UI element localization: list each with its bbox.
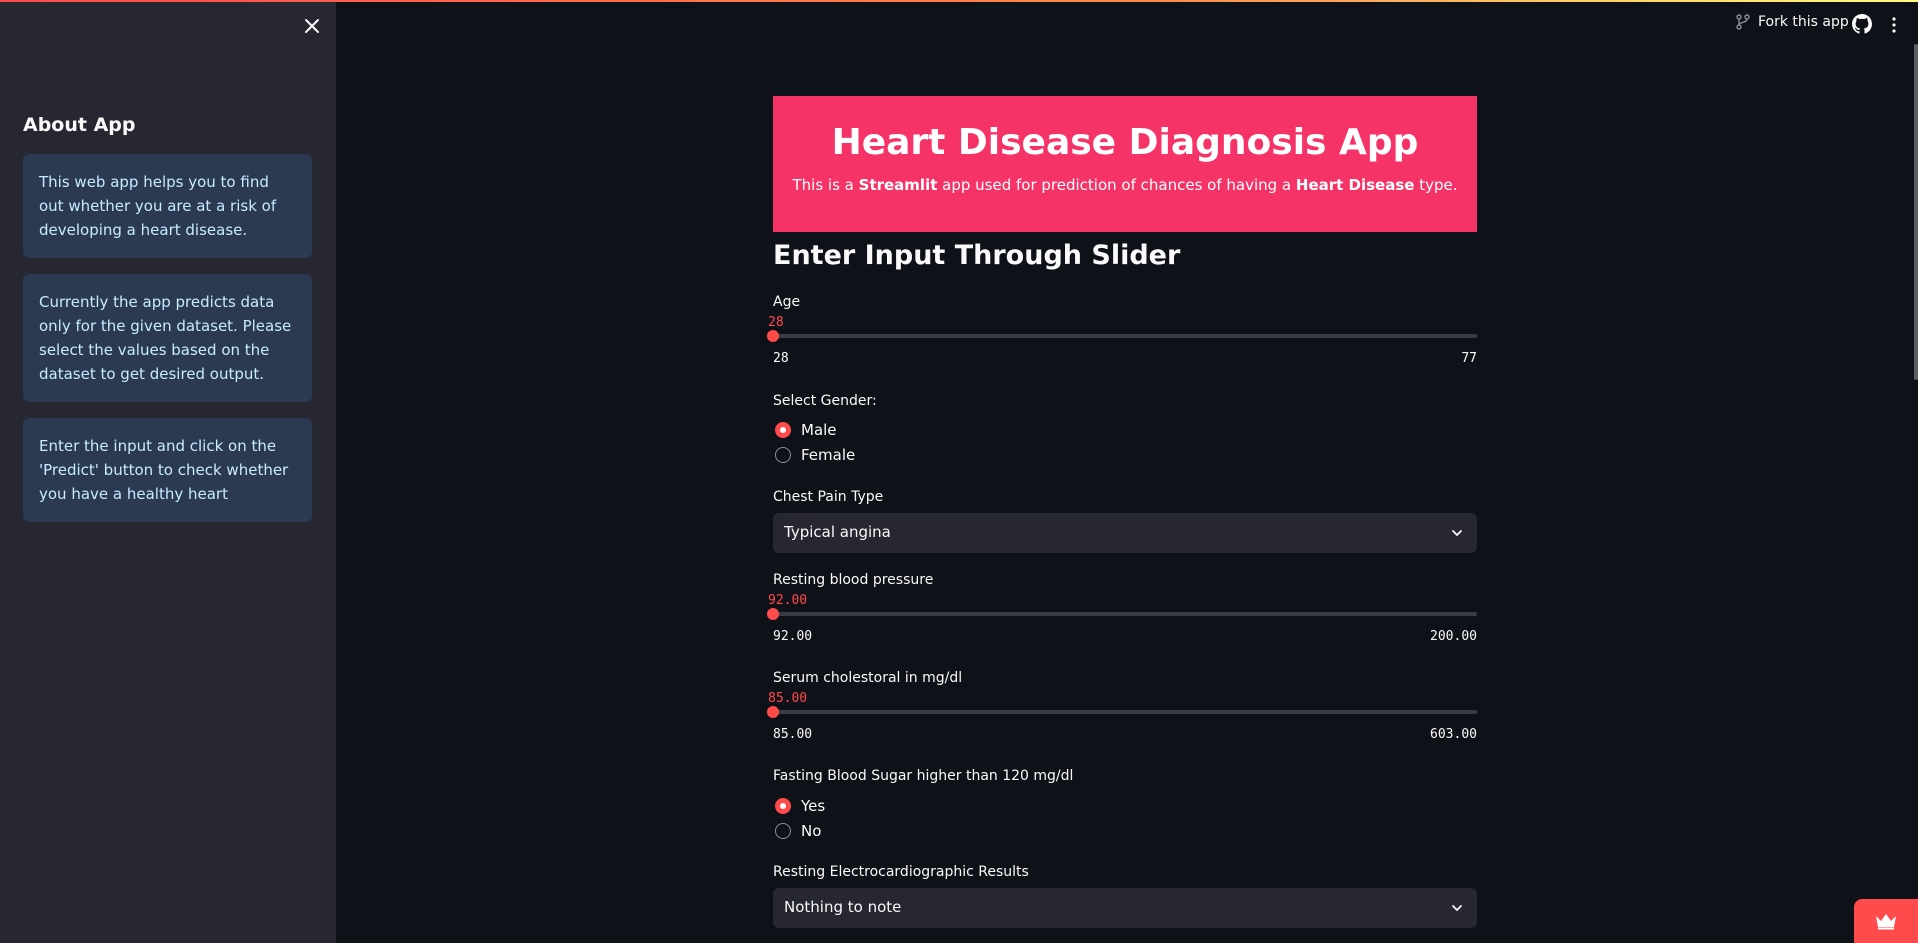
rest-bp-slider[interactable]: 92.00 92.00 200.00 — [767, 593, 1477, 644]
sidebar-title: About App — [23, 114, 136, 136]
gender-option-label: Male — [801, 421, 837, 439]
rest-bp-slider-track[interactable] — [773, 612, 1477, 616]
age-slider-track[interactable] — [773, 334, 1477, 338]
rest-bp-label: Resting blood pressure — [773, 572, 934, 588]
chol-slider-thumb[interactable] — [767, 706, 779, 718]
radio-unselected-icon — [775, 447, 791, 463]
ecg-selected-value: Nothing to note — [784, 898, 902, 916]
rest-bp-max-value: 200.00 — [1430, 629, 1477, 644]
info-box-dataset: Currently the app predicts data only for… — [23, 274, 312, 402]
app-description: This is a Streamlit app used for predict… — [792, 176, 1458, 194]
rest-bp-min-value: 92.00 — [773, 629, 813, 644]
rest-bp-slider-thumb[interactable] — [767, 608, 779, 620]
fbs-option-label: Yes — [801, 797, 826, 815]
radio-unselected-icon — [775, 823, 791, 839]
age-slider-thumb[interactable] — [767, 330, 779, 342]
fbs-label: Fasting Blood Sugar higher than 120 mg/d… — [773, 768, 1074, 784]
chest-pain-select[interactable]: Typical angina — [773, 513, 1477, 553]
info-box-instructions: Enter the input and click on the 'Predic… — [23, 418, 312, 522]
gender-option-label: Female — [801, 446, 856, 464]
ecg-select[interactable]: Nothing to note — [773, 888, 1477, 928]
ecg-label: Resting Electrocardiographic Results — [773, 864, 1029, 880]
rest-bp-current-value: 92.00 — [768, 593, 808, 608]
chevron-down-icon — [1452, 905, 1462, 911]
age-max-value: 77 — [1461, 351, 1477, 366]
chol-current-value: 85.00 — [768, 691, 808, 706]
chest-pain-label: Chest Pain Type — [773, 489, 884, 505]
radio-selected-icon — [775, 422, 791, 438]
gender-option-male[interactable]: Male — [775, 421, 837, 439]
fork-icon — [1736, 14, 1750, 30]
age-label: Age — [773, 294, 801, 310]
more-menu-icon[interactable] — [1890, 15, 1898, 35]
chest-pain-selected-value: Typical angina — [784, 523, 891, 541]
app-banner: Heart Disease Diagnosis App This is a St… — [773, 96, 1477, 232]
age-slider[interactable]: 28 28 77 — [767, 315, 1477, 366]
streamlit-badge[interactable] — [1854, 899, 1918, 943]
github-icon[interactable] — [1852, 14, 1872, 34]
fbs-option-yes[interactable]: Yes — [775, 797, 825, 815]
fbs-option-label: No — [801, 822, 822, 840]
age-min-value: 28 — [773, 351, 789, 366]
fork-label: Fork this app — [1758, 14, 1849, 30]
age-current-value: 28 — [768, 315, 784, 330]
chol-slider[interactable]: 85.00 85.00 603.00 — [767, 691, 1477, 742]
chol-slider-track[interactable] — [773, 710, 1477, 714]
app-title: Heart Disease Diagnosis App — [831, 122, 1419, 163]
scrollbar[interactable] — [1914, 44, 1918, 380]
gender-option-female[interactable]: Female — [775, 446, 855, 464]
chol-label: Serum cholestoral in mg/dl — [773, 670, 963, 686]
fork-app-button[interactable]: Fork this app — [1736, 14, 1849, 30]
decoration-top-line — [0, 0, 1918, 2]
chol-max-value: 603.00 — [1430, 727, 1477, 742]
radio-selected-icon — [775, 798, 791, 814]
crown-icon — [1876, 914, 1896, 930]
section-title: Enter Input Through Slider — [773, 240, 1181, 271]
chevron-down-icon — [1452, 530, 1462, 536]
chol-min-value: 85.00 — [773, 727, 813, 742]
gender-label: Select Gender: — [773, 393, 877, 409]
fbs-option-no[interactable]: No — [775, 822, 821, 840]
info-box-intro: This web app helps you to find out wheth… — [23, 154, 312, 258]
close-sidebar-icon[interactable] — [300, 14, 324, 38]
sidebar: About App This web app helps you to find… — [0, 0, 336, 943]
